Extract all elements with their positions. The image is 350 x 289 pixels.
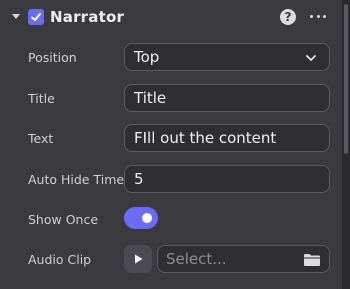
folder-icon[interactable] <box>303 253 321 267</box>
auto-hide-time-value: 5 <box>134 170 144 188</box>
show-once-toggle[interactable] <box>124 207 158 229</box>
audio-clip-selector[interactable]: Select... <box>157 245 330 273</box>
title-input[interactable]: Title <box>124 84 330 112</box>
text-value: FIll out the content <box>134 129 277 147</box>
more-icon[interactable] <box>310 8 326 24</box>
auto-hide-time-input[interactable]: 5 <box>124 165 330 193</box>
title-value: Title <box>134 89 167 107</box>
position-value: Top <box>134 48 160 66</box>
chevron-down-icon[interactable] <box>12 14 20 19</box>
component-title: Narrator <box>50 8 125 26</box>
enable-checkbox[interactable] <box>28 9 44 25</box>
scrollbar-thumb[interactable] <box>344 4 348 154</box>
text-label: Text <box>28 131 54 146</box>
show-once-label: Show Once <box>28 212 99 227</box>
more-dot <box>310 14 313 18</box>
help-icon[interactable]: ? <box>280 9 296 25</box>
audio-clip-label: Audio Clip <box>28 252 92 267</box>
text-input[interactable]: FIll out the content <box>124 124 330 152</box>
checkmark-icon <box>31 13 41 21</box>
play-button[interactable] <box>124 245 152 273</box>
more-dot <box>323 14 326 18</box>
scrollbar[interactable] <box>342 0 350 289</box>
auto-hide-time-label: Auto Hide Time <box>28 172 125 187</box>
position-dropdown[interactable]: Top <box>124 43 330 71</box>
inspector-panel: Narrator ? Position Top Title Title Text… <box>0 0 342 289</box>
play-icon <box>135 254 143 264</box>
chevron-down-icon <box>306 55 316 61</box>
more-dot <box>316 14 320 18</box>
component-header[interactable]: Narrator ? <box>0 0 342 34</box>
audio-clip-placeholder: Select... <box>166 250 227 268</box>
position-label: Position <box>28 50 77 65</box>
toggle-knob <box>142 213 152 223</box>
title-label: Title <box>28 91 55 106</box>
